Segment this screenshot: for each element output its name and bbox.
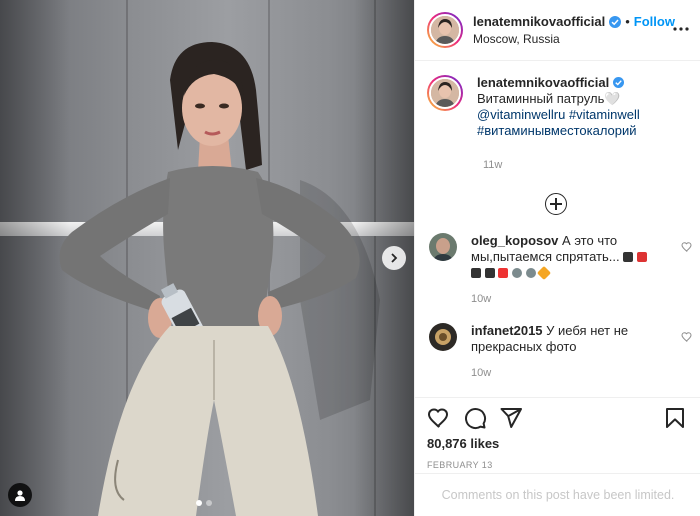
- follow-button[interactable]: Follow: [634, 14, 675, 29]
- comment-username[interactable]: infanet2015: [471, 323, 543, 338]
- caption-avatar[interactable]: [427, 75, 463, 111]
- comment-icon[interactable]: [463, 406, 487, 430]
- comment-username[interactable]: oleg_koposov: [471, 233, 558, 248]
- post-header: lenatemnikovaofficial • Follow Moscow, R…: [415, 0, 700, 61]
- comment-time: 10w: [471, 367, 492, 379]
- post-date: FEBRUARY 13: [427, 460, 493, 470]
- caption-body: Витаминный патруль🤍: [477, 91, 621, 106]
- verified-badge-icon: [609, 15, 622, 28]
- post-photo[interactable]: [0, 0, 414, 516]
- paper-plane-icon[interactable]: [499, 406, 523, 430]
- hashtag-link[interactable]: #vitaminwell: [569, 107, 640, 122]
- plus-circle-icon: [545, 193, 567, 215]
- location-link[interactable]: Moscow, Russia: [473, 32, 675, 46]
- verified-badge-icon: [612, 77, 624, 88]
- post-sidebar: lenatemnikovaofficial • Follow Moscow, R…: [414, 0, 700, 516]
- next-slide-button[interactable]: [382, 246, 406, 270]
- caption-text: lenatemnikovaofficial Витаминный патруль…: [477, 75, 685, 139]
- commenter-avatar[interactable]: [429, 323, 457, 351]
- more-options-icon: [673, 27, 689, 31]
- load-more-comments-button[interactable]: [427, 193, 685, 215]
- author-avatar[interactable]: [427, 12, 463, 48]
- heart-icon[interactable]: [681, 241, 693, 253]
- user-tag-icon: [15, 490, 25, 501]
- comment-time: 10w: [471, 293, 492, 305]
- post-actions: 80,876 likes FEBRUARY 13: [415, 397, 700, 470]
- comments-list[interactable]: lenatemnikovaofficial Витаминный патруль…: [415, 61, 700, 397]
- like-count[interactable]: 80,876 likes: [427, 436, 689, 451]
- commenter-avatar[interactable]: [429, 233, 457, 261]
- post-caption: lenatemnikovaofficial Витаминный патруль…: [427, 75, 685, 139]
- carousel-dot: [206, 500, 212, 506]
- heart-icon[interactable]: [681, 331, 693, 343]
- woman-figure: [59, 42, 380, 516]
- bookmark-icon[interactable]: [663, 406, 687, 430]
- comment-item: oleg_koposov А это что мы,пытаемся спрят…: [427, 233, 692, 281]
- comment-text: infanet2015 У иебя нет не прекрасных фот…: [471, 323, 681, 355]
- carousel-dot-active: [196, 500, 202, 506]
- hashtag-link[interactable]: #витаминывместокалорий: [477, 123, 637, 138]
- tagged-users-button[interactable]: [8, 483, 32, 507]
- mention-link[interactable]: @vitaminwellru: [477, 107, 565, 122]
- caption-username[interactable]: lenatemnikovaofficial: [477, 75, 609, 90]
- more-options-button[interactable]: [672, 20, 690, 38]
- comment-text: oleg_koposov А это что мы,пытаемся спрят…: [471, 233, 681, 281]
- comment-item: infanet2015 У иебя нет не прекрасных фот…: [427, 323, 692, 355]
- comments-limited-notice: Comments on this post have been limited.: [415, 473, 700, 516]
- chevron-right-icon: [391, 253, 398, 263]
- carousel-dots: [196, 500, 212, 506]
- heart-icon[interactable]: [427, 406, 451, 430]
- author-username[interactable]: lenatemnikovaofficial: [473, 14, 605, 29]
- caption-time: 11w: [483, 159, 503, 171]
